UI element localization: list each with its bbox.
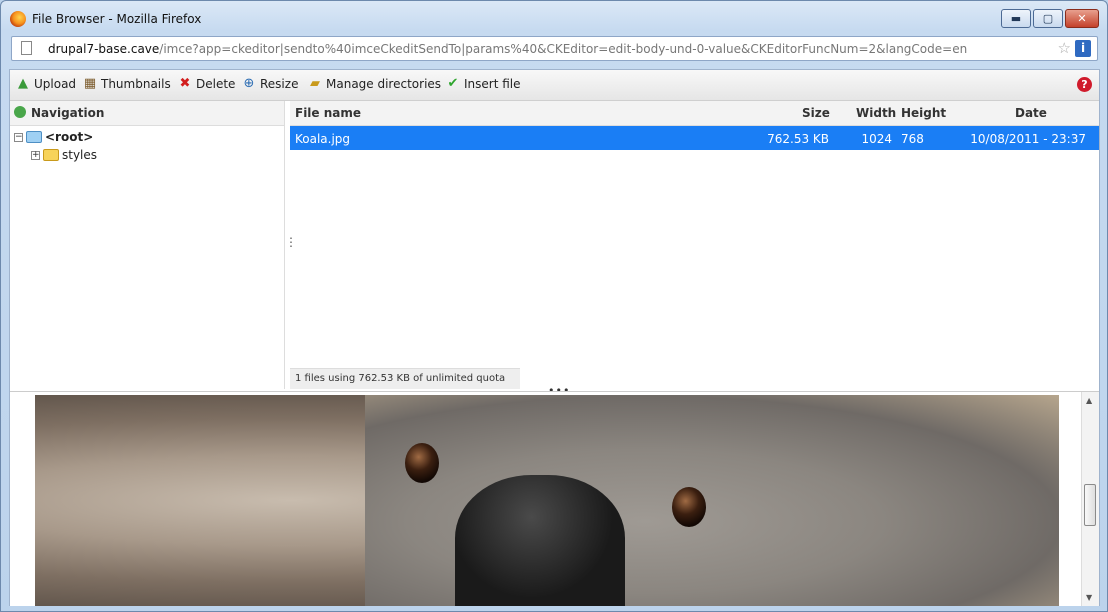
imce-toolbar: ▲ Upload ▦ Thumbnails ✖ Delete ⊕ Resize … — [10, 70, 1099, 101]
quota-status: 1 files using 762.53 KB of unlimited quo… — [290, 368, 520, 389]
file-size-cell: 762.53 KB — [767, 132, 829, 146]
thumbnails-label: Thumbnails — [101, 77, 171, 91]
preview-scrollbar[interactable]: ▲ ▼ — [1081, 392, 1099, 606]
navigation-title: Navigation — [31, 106, 105, 120]
file-list-header: File name Size Width Height Date — [290, 101, 1099, 126]
url-path: /imce?app=ckeditor|sendto%40imceCkeditSe… — [159, 42, 968, 56]
url-text[interactable]: drupal7-base.cave/imce?app=ckeditor|send… — [48, 42, 967, 56]
file-name-cell: Koala.jpg — [295, 132, 351, 146]
title-bar: File Browser - Mozilla Firefox ▬ ▢ ✕ — [1, 1, 1107, 35]
delete-label: Delete — [196, 77, 236, 91]
close-button[interactable]: ✕ — [1065, 9, 1099, 28]
checkmark-icon: ✔ — [447, 76, 459, 91]
thumbnails-icon: ▦ — [83, 76, 97, 91]
table-row[interactable]: Koala.jpg 762.53 KB 1024 768 10/08/2011 … — [290, 126, 1099, 150]
navigation-panel: Navigation − <root> + styles — [10, 101, 285, 389]
window-controls: ▬ ▢ ✕ — [1001, 9, 1099, 29]
file-width-cell: 1024 — [861, 132, 892, 146]
koala-left-eye — [405, 443, 439, 483]
tree-item-root[interactable]: − <root> — [14, 130, 93, 144]
thumbnails-button[interactable]: ▦ Thumbnails — [83, 76, 171, 92]
maximize-button[interactable]: ▢ — [1033, 9, 1063, 28]
scroll-up-icon[interactable]: ▲ — [1086, 396, 1092, 405]
help-icon[interactable]: ? — [1077, 77, 1092, 92]
collapse-icon[interactable]: − — [14, 132, 23, 142]
navigation-header: Navigation — [10, 101, 284, 126]
column-file-name[interactable]: File name — [295, 106, 361, 120]
window-title: File Browser - Mozilla Firefox — [32, 12, 202, 26]
browser-window: File Browser - Mozilla Firefox ▬ ▢ ✕ dru… — [0, 0, 1108, 612]
address-bar[interactable]: drupal7-base.cave/imce?app=ckeditor|send… — [11, 36, 1098, 61]
url-domain: drupal7-base.cave — [48, 42, 160, 56]
bookmark-star-icon[interactable]: ☆ — [1058, 40, 1071, 56]
tree-item-styles[interactable]: + styles — [31, 148, 97, 162]
tree-item-label[interactable]: <root> — [45, 130, 93, 144]
firefox-icon — [10, 11, 26, 27]
resize-label: Resize — [260, 77, 299, 91]
upload-label: Upload — [34, 77, 77, 91]
insert-file-button[interactable]: ✔ Insert file — [446, 76, 521, 92]
imce-file-browser: ▲ Upload ▦ Thumbnails ✖ Delete ⊕ Resize … — [9, 69, 1100, 606]
image-preview: ▲ ▼ — [10, 391, 1099, 606]
koala-nose — [455, 475, 625, 606]
column-width[interactable]: Width — [856, 106, 896, 120]
column-date[interactable]: Date — [1015, 106, 1047, 120]
upload-icon: ▲ — [18, 76, 28, 91]
file-list: File name Size Width Height Date Koala.j… — [290, 101, 1099, 389]
manage-directories-label: Manage directories — [326, 77, 442, 91]
scroll-thumb[interactable] — [1084, 484, 1096, 526]
column-height[interactable]: Height — [901, 106, 946, 120]
delete-icon: ✖ — [179, 76, 191, 91]
column-size[interactable]: Size — [802, 106, 830, 120]
resize-button[interactable]: ⊕ Resize — [242, 76, 299, 92]
koala-image — [35, 395, 1059, 606]
tree-item-label[interactable]: styles — [62, 148, 97, 162]
minimize-button[interactable]: ▬ — [1001, 9, 1031, 28]
folder-icon: ▰ — [310, 76, 320, 91]
koala-right-eye — [672, 487, 706, 527]
scroll-down-icon[interactable]: ▼ — [1086, 593, 1092, 602]
root-folder-icon — [26, 131, 42, 143]
expand-icon[interactable]: + — [31, 150, 40, 160]
resize-icon: ⊕ — [243, 76, 255, 91]
tree-icon — [14, 106, 26, 118]
page-icon — [21, 41, 32, 55]
info-icon[interactable]: i — [1075, 40, 1091, 57]
delete-button[interactable]: ✖ Delete — [178, 76, 236, 92]
insert-file-label: Insert file — [464, 77, 521, 91]
folder-icon — [43, 149, 59, 161]
manage-directories-button[interactable]: ▰ Manage directories — [308, 76, 442, 92]
file-height-cell: 768 — [901, 132, 924, 146]
file-date-cell: 10/08/2011 - 23:37 — [970, 132, 1086, 146]
upload-button[interactable]: ▲ Upload — [16, 76, 77, 92]
